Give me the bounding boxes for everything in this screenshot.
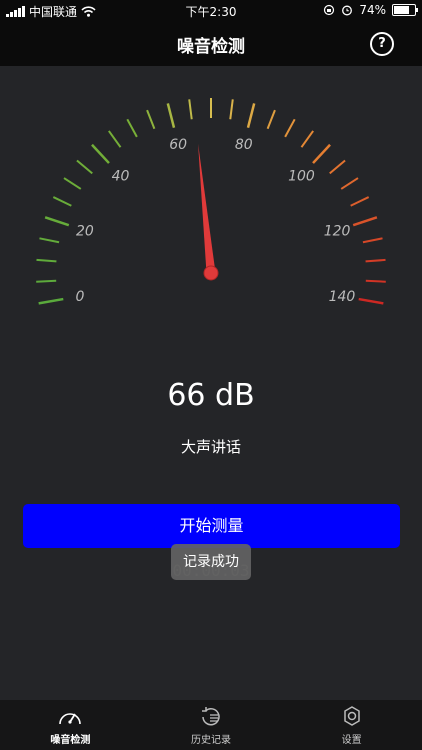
help-button[interactable]: ? — [370, 32, 394, 56]
gauge-tick — [340, 177, 359, 190]
battery-percent: 74% — [359, 3, 386, 17]
gauge-label: 120 — [324, 224, 351, 240]
gauge-tick — [284, 118, 296, 138]
gauge-tick — [358, 297, 384, 305]
gauge-tick — [36, 279, 57, 283]
gauge-tick — [362, 237, 383, 244]
gauge-label: 140 — [329, 289, 356, 305]
gauge-hub — [203, 265, 219, 281]
gauge-label: 0 — [76, 289, 85, 305]
tab-noise-detect[interactable]: 噪音检测 — [0, 700, 141, 750]
gear-icon — [343, 706, 360, 726]
gauge-tick — [108, 130, 122, 148]
gauge-tick — [63, 177, 82, 190]
battery-icon — [392, 4, 418, 16]
tab-label: 噪音检测 — [50, 735, 91, 746]
gauge-label: 20 — [76, 224, 94, 240]
gauge-tick — [312, 143, 331, 164]
gauge-label: 80 — [235, 137, 253, 153]
tab-history[interactable]: 历史记录 — [141, 700, 282, 750]
gauge-tick — [365, 258, 386, 263]
gauge-tick — [350, 196, 370, 207]
gauge-tick — [329, 159, 346, 175]
tab-label: 历史记录 — [191, 735, 231, 746]
tab-settings[interactable]: 设置 — [281, 700, 422, 750]
start-measure-button[interactable]: 开始测量 — [23, 504, 400, 548]
gauge-label: 40 — [112, 169, 130, 185]
toast-message: 记录成功 — [171, 544, 251, 580]
page-title: 噪音检测 — [177, 37, 245, 57]
orientation-lock-icon — [324, 4, 335, 16]
gauge-tick — [146, 109, 156, 130]
gauge-label: 60 — [169, 137, 187, 153]
gauge-tick — [39, 237, 60, 244]
gauge-tick — [188, 99, 193, 120]
gauge-tick — [229, 99, 234, 120]
gauge-tick — [300, 130, 314, 148]
gauge-tick — [246, 103, 256, 128]
gauge-tick — [126, 118, 138, 138]
gauge-needle — [198, 143, 216, 274]
gauge-tick — [266, 109, 276, 130]
gauge-tick — [36, 258, 57, 263]
gauge-tick — [365, 279, 386, 283]
alarm-icon — [342, 5, 353, 16]
nav-bar: 噪音检测 ? — [0, 22, 422, 66]
gauge-tick — [166, 103, 176, 128]
gauge-tick — [76, 159, 93, 175]
status-bar: 中国联通 下午2:30 74% — [0, 0, 422, 22]
gauge-label: 100 — [288, 169, 315, 185]
gauge-tick — [38, 297, 64, 305]
noise-gauge: 0 20 40 60 80 100 120 140 — [36, 98, 386, 305]
gauge-tick — [52, 196, 72, 207]
gauge-tick — [44, 216, 70, 227]
tab-bar: 噪音检测 历史记录 设置 — [0, 700, 422, 750]
gauge-tick — [352, 216, 378, 227]
gauge-tick — [91, 143, 110, 164]
speedometer-icon — [59, 713, 82, 725]
tab-label: 设置 — [341, 735, 362, 746]
history-icon — [202, 707, 220, 726]
noise-level-label: 大声讲话 — [180, 438, 241, 456]
decibel-reading: 66 dB — [167, 378, 255, 413]
